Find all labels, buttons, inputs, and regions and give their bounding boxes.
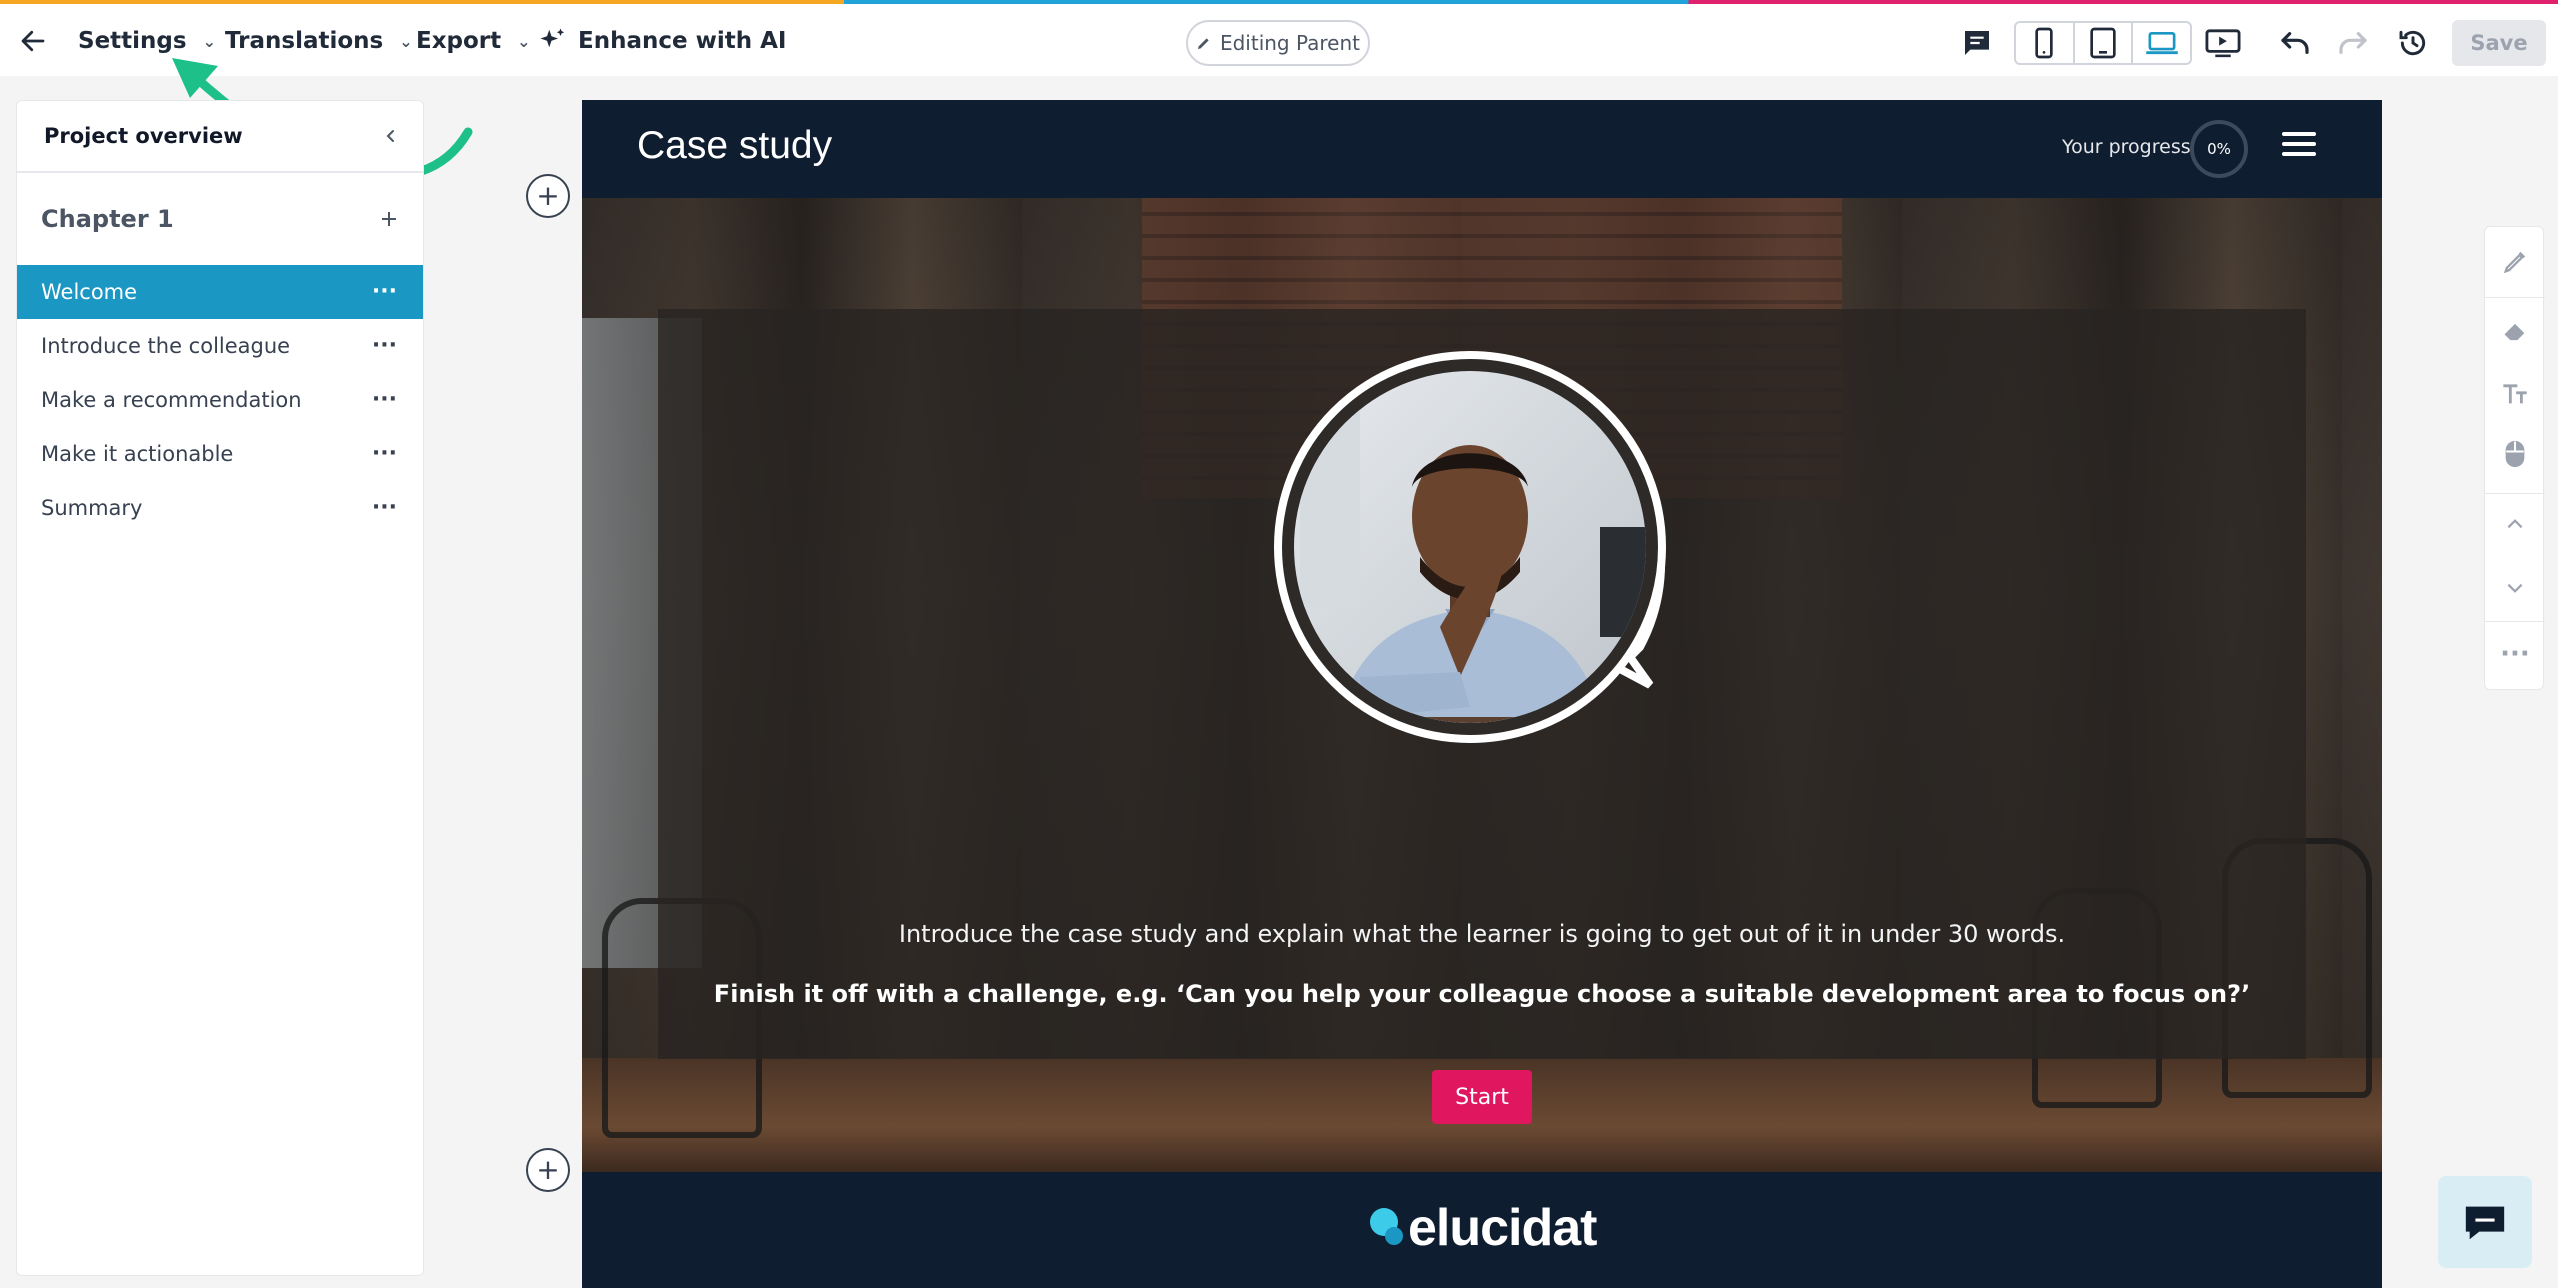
plus-icon: + bbox=[536, 1153, 560, 1186]
sidebar-item-make-recommendation[interactable]: Make a recommendation ··· bbox=[17, 373, 423, 427]
enhance-ai-button[interactable]: Enhance with AI bbox=[538, 23, 786, 59]
start-button[interactable]: Start bbox=[1432, 1070, 1532, 1124]
more-icon: ··· bbox=[2500, 639, 2530, 669]
redo-icon bbox=[2339, 32, 2367, 54]
more-options-icon[interactable]: ··· bbox=[372, 497, 397, 519]
style-tool-rail: ··· bbox=[2484, 226, 2545, 690]
history-icon bbox=[2399, 30, 2426, 56]
progress-ring: 0% bbox=[2190, 120, 2248, 178]
text-size-icon bbox=[2503, 384, 2527, 404]
history-button[interactable] bbox=[2392, 22, 2434, 64]
avatar-speech-bubble[interactable] bbox=[1270, 347, 1696, 773]
back-button[interactable] bbox=[16, 24, 50, 58]
phone-icon bbox=[2035, 27, 2053, 59]
progress-label: Your progress bbox=[2062, 136, 2191, 158]
more-options-button[interactable]: ··· bbox=[2485, 627, 2545, 681]
challenge-text[interactable]: Finish it off with a challenge, e.g. ‘Ca… bbox=[658, 980, 2306, 1008]
sidebar-item-label: Introduce the colleague bbox=[41, 334, 291, 358]
sidebar-item-make-actionable[interactable]: Make it actionable ··· bbox=[17, 427, 423, 481]
course-footer: elucidat bbox=[582, 1172, 2382, 1288]
chevron-up-icon bbox=[2507, 519, 2523, 529]
logo-mark-icon bbox=[1370, 1208, 1403, 1245]
sidebar-item-introduce-colleague[interactable]: Introduce the colleague ··· bbox=[17, 319, 423, 373]
more-options-icon[interactable]: ··· bbox=[372, 335, 397, 357]
arrow-left-icon bbox=[21, 30, 45, 52]
preview-icon bbox=[2205, 29, 2241, 58]
hamburger-menu-icon[interactable] bbox=[2282, 132, 2316, 162]
move-down-button[interactable] bbox=[2485, 561, 2545, 615]
eraser-tool-button[interactable] bbox=[2485, 305, 2545, 359]
comments-button[interactable] bbox=[1956, 22, 1998, 64]
enhance-ai-label: Enhance with AI bbox=[578, 28, 787, 54]
redo-button[interactable] bbox=[2332, 22, 2374, 64]
save-button[interactable]: Save bbox=[2452, 20, 2546, 66]
preview-button[interactable] bbox=[2202, 22, 2244, 64]
pencil-icon bbox=[1197, 38, 1209, 49]
plus-icon: + bbox=[536, 179, 560, 212]
eraser-icon bbox=[2504, 323, 2525, 341]
move-up-button[interactable] bbox=[2485, 497, 2545, 551]
sidebar-item-label: Make it actionable bbox=[41, 442, 234, 466]
add-section-bottom-button[interactable]: + bbox=[526, 1148, 570, 1192]
hero-background: Introduce the case study and explain wha… bbox=[582, 198, 2382, 1172]
collapse-sidebar-icon[interactable] bbox=[383, 128, 399, 144]
sidebar-item-welcome[interactable]: Welcome ··· bbox=[17, 265, 423, 319]
undo-icon bbox=[2281, 32, 2309, 54]
sidebar-item-summary[interactable]: Summary ··· bbox=[17, 481, 423, 535]
intro-text[interactable]: Introduce the case study and explain wha… bbox=[658, 920, 2306, 948]
interaction-tool-button[interactable] bbox=[2485, 427, 2545, 481]
chapter-row[interactable]: Chapter 1 bbox=[17, 173, 423, 265]
elucidat-logo: elucidat bbox=[1364, 1198, 1597, 1258]
phone-view-button[interactable] bbox=[2016, 23, 2075, 63]
chevron-down-icon: ⌄ bbox=[517, 31, 531, 51]
chapter-title: Chapter 1 bbox=[41, 205, 174, 233]
progress-value: 0% bbox=[2207, 140, 2231, 158]
editing-label: Editing Parent bbox=[1219, 31, 1361, 55]
undo-button[interactable] bbox=[2274, 22, 2316, 64]
sidebar-item-label: Summary bbox=[41, 496, 143, 520]
laptop-view-button[interactable] bbox=[2133, 23, 2190, 63]
sidebar-item-label: Make a recommendation bbox=[41, 388, 302, 412]
course-header: Case study Your progress 0% bbox=[582, 100, 2382, 198]
tablet-view-button[interactable] bbox=[2075, 23, 2134, 63]
laptop-icon bbox=[2145, 31, 2178, 55]
sidebar-title: Project overview bbox=[44, 124, 243, 148]
device-preview-group bbox=[2014, 21, 2192, 65]
brush-tool-button[interactable] bbox=[2485, 235, 2545, 289]
mouse-icon bbox=[2505, 440, 2525, 468]
more-options-icon[interactable]: ··· bbox=[372, 389, 397, 411]
sidebar-header: Project overview bbox=[17, 101, 423, 173]
comment-icon bbox=[1965, 31, 1989, 55]
course-title[interactable]: Case study bbox=[637, 124, 832, 168]
text-size-tool-button[interactable] bbox=[2485, 367, 2545, 421]
project-overview-sidebar: Project overview Chapter 1 Welcome ··· I… bbox=[16, 100, 424, 1276]
logo-text: elucidat bbox=[1408, 1199, 1597, 1257]
tablet-icon bbox=[2090, 27, 2116, 59]
add-section-top-button[interactable]: + bbox=[526, 174, 570, 218]
add-page-icon[interactable] bbox=[379, 209, 399, 229]
more-options-icon[interactable]: ··· bbox=[372, 281, 397, 303]
more-options-icon[interactable]: ··· bbox=[372, 443, 397, 465]
sidebar-item-label: Welcome bbox=[41, 280, 138, 304]
sparkle-icon bbox=[540, 28, 565, 48]
chevron-down-icon bbox=[2507, 583, 2523, 593]
chat-icon bbox=[2465, 1206, 2505, 1240]
chat-support-button[interactable] bbox=[2438, 1176, 2532, 1268]
page-canvas: Case study Your progress 0% Introduce th… bbox=[582, 100, 2382, 1288]
editing-parent-pill[interactable]: Editing Parent bbox=[1186, 20, 1370, 66]
brush-icon bbox=[2503, 251, 2526, 274]
